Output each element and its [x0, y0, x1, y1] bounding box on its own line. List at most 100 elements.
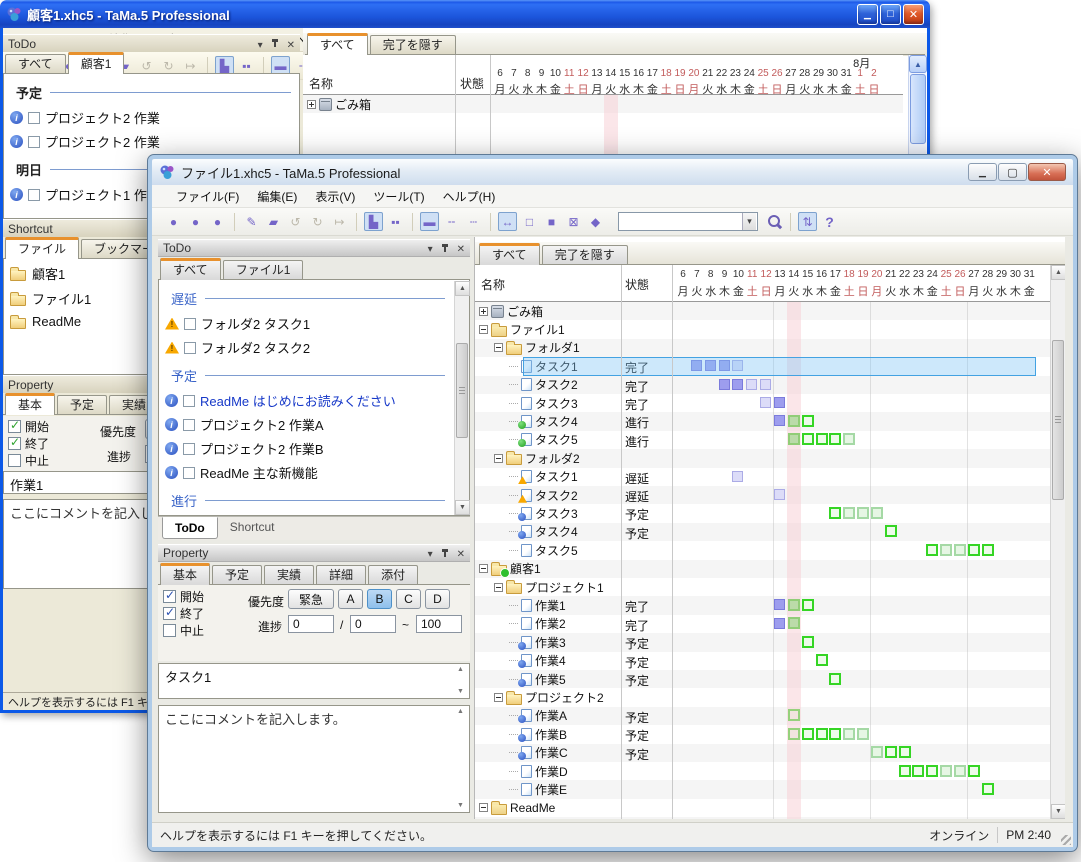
chevron-down-icon[interactable] [428, 546, 433, 560]
checkbox-icon[interactable] [163, 624, 176, 637]
edit-pencil-icon[interactable]: ✎ [242, 212, 261, 231]
tree-row-はじめにお[interactable]: はじめにお [475, 817, 1051, 819]
todo-item-checkbox[interactable] [183, 443, 195, 455]
sync-icon[interactable]: ⇅ [798, 212, 817, 231]
send-document-icon[interactable]: ● [186, 212, 205, 231]
progress-min-input[interactable]: 0 [350, 615, 396, 633]
undo-icon[interactable]: ↺ [286, 212, 305, 231]
fg-titlebar[interactable]: ファイル1.xhc5 - TaMa.5 Professional [152, 159, 1073, 185]
tree-row-作業A[interactable]: 作業A予定 [475, 707, 1051, 725]
priority-button-緊急[interactable]: 緊急 [288, 589, 334, 609]
todo-item[interactable]: iプロジェクト2 作業 [4, 129, 299, 153]
minimize-button[interactable] [968, 163, 997, 181]
scroll-up-icon[interactable]: ▲ [909, 55, 927, 73]
tree-row-ファイル1[interactable]: ファイル1 [475, 320, 1051, 338]
tree-row-プロジェクト2[interactable]: プロジェクト2 [475, 688, 1051, 706]
collapse-icon[interactable] [494, 343, 503, 352]
scroll-thumb[interactable] [456, 343, 468, 438]
tree-row-顧客1[interactable]: 顧客1 [475, 560, 1051, 578]
minimize-button[interactable] [857, 4, 878, 25]
tree-row-ごみ箱[interactable]: ごみ箱 [475, 302, 1051, 320]
width-arrow-icon[interactable]: ↔ [498, 212, 517, 231]
spin-down-icon[interactable]: ▼ [455, 688, 466, 695]
tree-row-タスク5[interactable]: タスク5進行 [475, 431, 1051, 449]
expand-icon[interactable] [479, 307, 488, 316]
search-icon[interactable] [767, 214, 783, 230]
priority-button-B[interactable]: B [367, 589, 392, 609]
task-name-field[interactable]: タスク1 [158, 663, 470, 699]
tree-row-タスク2[interactable]: タスク2完了 [475, 376, 1051, 394]
view-tab-1[interactable]: 完了を隠す [370, 35, 456, 54]
comment-field[interactable]: ここにコメントを記入します。 [158, 705, 470, 813]
property-tab-1[interactable]: 予定 [212, 565, 262, 584]
line-solid-icon[interactable]: ▬ [420, 212, 439, 231]
todo-tab-0[interactable]: すべて [160, 258, 221, 280]
tree-row-フォルダ1[interactable]: フォルダ1 [475, 339, 1051, 357]
checkbox-icon[interactable] [8, 454, 21, 467]
scroll-up-icon[interactable] [1051, 265, 1065, 280]
close-button[interactable] [1028, 163, 1066, 181]
priority-button-C[interactable]: C [396, 589, 421, 609]
todo-item-checkbox[interactable] [184, 342, 196, 354]
tree-row-タスク1[interactable]: タスク1完了 [475, 357, 1051, 375]
todo-item[interactable]: iReadMe 主な新機能 [159, 460, 453, 484]
todo-item[interactable]: iプロジェクト2 作業 [4, 105, 299, 129]
dock-tab-Shortcut[interactable]: Shortcut [218, 517, 287, 537]
checkbox-icon[interactable] [163, 607, 176, 620]
todo-scrollbar[interactable] [454, 281, 469, 515]
menu-item-1[interactable]: 編集(E) [249, 186, 305, 207]
property-check-row[interactable]: 中止 [163, 622, 204, 639]
collapse-icon[interactable] [494, 583, 503, 592]
tree-row-タスク2[interactable]: タスク2遅延 [475, 486, 1051, 504]
expand-icon[interactable] [307, 100, 316, 109]
dock-tab-ToDo[interactable]: ToDo [162, 517, 218, 539]
property-tab-0[interactable]: 基本 [5, 393, 55, 415]
tree-row-フォルダ2[interactable]: フォルダ2 [475, 449, 1051, 467]
receive-document-icon[interactable]: ● [208, 212, 227, 231]
tree-row-作業B[interactable]: 作業B予定 [475, 725, 1051, 743]
folder-icon[interactable]: ▰ [264, 212, 283, 231]
rect-cross-icon[interactable]: ⊠ [564, 212, 583, 231]
close-button[interactable] [903, 4, 924, 25]
checkbox-icon[interactable] [8, 437, 21, 450]
todo-panel-header[interactable]: ToDo [158, 239, 470, 257]
pin-icon[interactable] [441, 243, 449, 254]
menu-item-3[interactable]: ツール(T) [365, 186, 432, 207]
priority-button-D[interactable]: D [425, 589, 450, 609]
pin-icon[interactable] [441, 548, 449, 559]
tree-row-タスク3[interactable]: タスク3予定 [475, 504, 1051, 522]
todo-item[interactable]: iReadMe はじめにお読みください [159, 388, 453, 412]
resize-grip[interactable] [1061, 835, 1071, 845]
view-tab-1[interactable]: 完了を隠す [542, 245, 628, 264]
rect-outline-icon[interactable]: □ [520, 212, 539, 231]
tree-row-ReadMe[interactable]: ReadMe [475, 799, 1051, 817]
todo-tab-1[interactable]: ファイル1 [223, 260, 304, 279]
collapse-icon[interactable] [479, 325, 488, 334]
search-combo-input[interactable] [618, 212, 758, 231]
todo-panel-header[interactable]: ToDo [3, 34, 300, 52]
spin-up-icon[interactable]: ▲ [455, 708, 466, 715]
scroll-down-icon[interactable] [455, 500, 470, 515]
redo-icon[interactable]: ↻ [308, 212, 327, 231]
todo-tab-0[interactable]: すべて [5, 54, 66, 73]
todo-item-checkbox[interactable] [183, 395, 195, 407]
line-dotted-icon[interactable]: ┄ [464, 212, 483, 231]
tree-row-作業5[interactable]: 作業5予定 [475, 670, 1051, 688]
scroll-thumb[interactable] [910, 74, 926, 144]
property-panel-header[interactable]: Property [158, 544, 470, 562]
view-tab-0[interactable]: すべて [479, 243, 540, 265]
jump-icon[interactable]: ↦ [330, 212, 349, 231]
view-tab-0[interactable]: すべて [307, 33, 368, 55]
collapse-icon[interactable] [479, 564, 488, 573]
gantt-step-icon[interactable]: ▙ [364, 212, 383, 231]
todo-item[interactable]: iプロジェクト2 作業A [159, 412, 453, 436]
todo-item[interactable]: フォルダ2 タスク1 [159, 311, 453, 335]
property-check-row[interactable]: 終了 [163, 605, 204, 622]
todo-item-checkbox[interactable] [28, 189, 40, 201]
tree-row-プロジェクト1[interactable]: プロジェクト1 [475, 578, 1051, 596]
tree-row-作業1[interactable]: 作業1完了 [475, 596, 1051, 614]
pin-icon[interactable] [271, 38, 279, 49]
close-icon[interactable] [457, 241, 465, 255]
checkbox-icon[interactable] [163, 590, 176, 603]
help-icon[interactable]: ? [820, 212, 839, 231]
